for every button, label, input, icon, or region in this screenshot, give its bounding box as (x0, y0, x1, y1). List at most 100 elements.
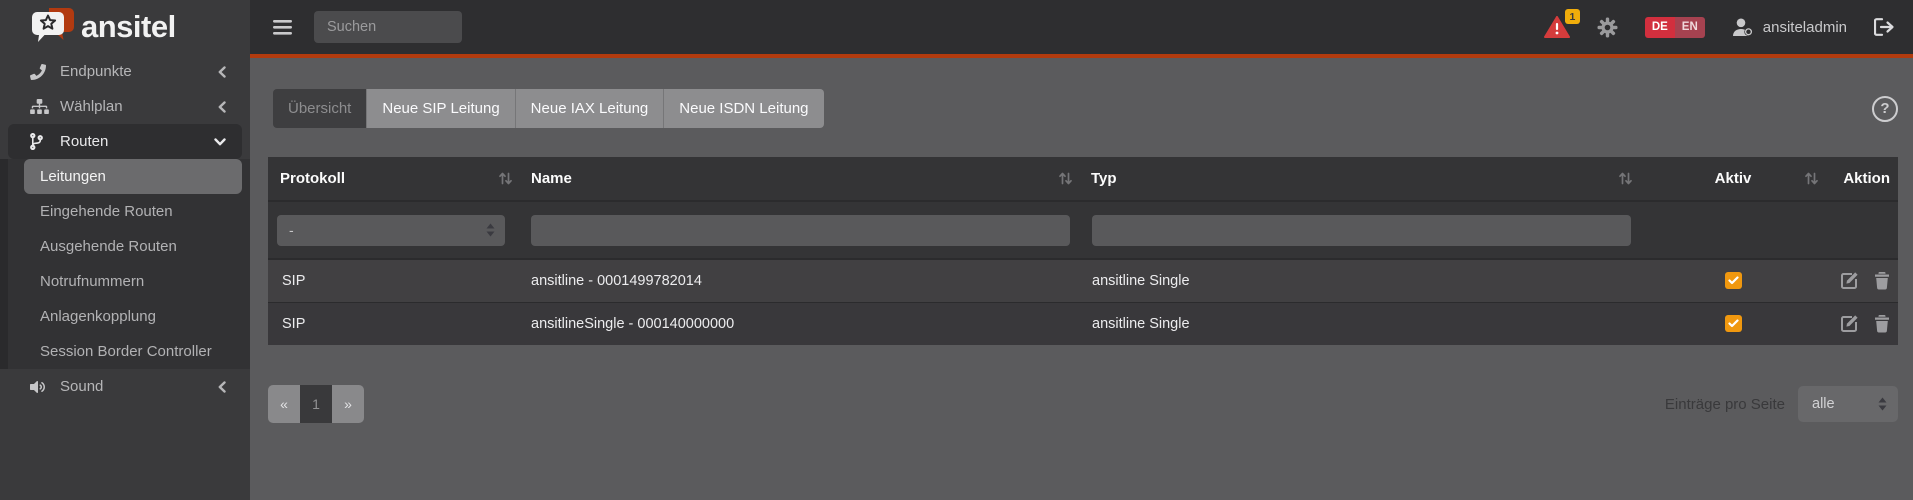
sidebar-item-label: Endpunkte (60, 63, 132, 80)
pagination-page-1[interactable]: 1 (300, 385, 332, 423)
language-toggle: DE EN (1645, 17, 1705, 38)
app-window: ansitel Endpunkte Wählplan Routen (0, 0, 1913, 500)
sidebar-subitem-notrufnummern[interactable]: Notrufnummern (8, 264, 250, 299)
tab-neue-iax-leitung[interactable]: Neue IAX Leitung (516, 89, 665, 128)
chevron-down-icon (214, 138, 226, 146)
cell-aktiv (1643, 259, 1823, 302)
table-filter-row: - (268, 201, 1898, 259)
topbar: 1 DE EN (250, 0, 1913, 54)
cell-protokoll: SIP (268, 302, 523, 345)
table-header-row: Protokoll Name Typ (268, 157, 1898, 201)
sidebar-item-routen[interactable]: Routen (8, 124, 242, 159)
sub-item-label: Session Border Controller (40, 343, 212, 360)
column-header-aktiv: Aktiv (1643, 157, 1823, 201)
sitemap-icon (30, 99, 51, 114)
alert-warning-icon[interactable]: 1 (1544, 16, 1570, 38)
sidebar-item-label: Routen (60, 133, 108, 150)
sort-icon[interactable] (1058, 172, 1073, 189)
leitungen-table: Protokoll Name Typ (268, 157, 1898, 345)
phone-icon (30, 64, 51, 80)
cell-typ: ansitline Single (1083, 259, 1643, 302)
name-filter-input[interactable] (531, 215, 1070, 246)
column-header-protokoll: Protokoll (268, 157, 523, 201)
lang-en-button[interactable]: EN (1675, 17, 1705, 38)
cell-aktiv (1643, 302, 1823, 345)
aktiv-checkbox[interactable] (1725, 315, 1742, 332)
hamburger-menu-icon[interactable] (273, 20, 292, 35)
table-row: SIP ansitline - 0001499782014 ansitline … (268, 259, 1898, 302)
selected-value: alle (1812, 396, 1835, 412)
typ-filter-input[interactable] (1092, 215, 1631, 246)
chevron-left-icon (218, 381, 226, 393)
sidebar-item-label: Sound (60, 378, 103, 395)
user-menu[interactable]: ansiteladmin (1732, 18, 1847, 37)
sub-item-label: Ausgehende Routen (40, 238, 177, 255)
cell-aktion (1823, 302, 1898, 345)
tabs: Übersicht Neue SIP Leitung Neue IAX Leit… (273, 89, 824, 128)
brand-name: ansitel (81, 9, 176, 45)
per-page-control: Einträge pro Seite alle (1665, 386, 1898, 422)
brand[interactable]: ansitel (0, 0, 250, 54)
per-page-select[interactable]: alle (1798, 386, 1898, 422)
select-caret-icon (486, 223, 495, 240)
trash-icon[interactable] (1874, 314, 1890, 333)
sidebar-subitem-eingehende-routen[interactable]: Eingehende Routen (8, 194, 250, 229)
route-branch-icon (30, 133, 51, 150)
table-row: SIP ansitlineSingle - 000140000000 ansit… (268, 302, 1898, 345)
column-header-typ: Typ (1083, 157, 1643, 201)
column-header-aktion: Aktion (1823, 157, 1898, 201)
sub-item-label: Anlagenkopplung (40, 308, 156, 325)
sort-icon[interactable] (1804, 172, 1819, 189)
cell-name: ansitline - 0001499782014 (523, 259, 1083, 302)
search-input[interactable] (314, 11, 462, 43)
lang-de-button[interactable]: DE (1645, 17, 1675, 38)
cell-protokoll: SIP (268, 259, 523, 302)
routen-submenu: Leitungen Eingehende Routen Ausgehende R… (0, 159, 250, 369)
alert-count-badge: 1 (1565, 9, 1580, 24)
chevron-left-icon (218, 101, 226, 113)
sidebar-subitem-anlagenkopplung[interactable]: Anlagenkopplung (8, 299, 250, 334)
pager: « 1 » (268, 385, 364, 423)
sort-icon[interactable] (1618, 172, 1633, 189)
aktiv-checkbox[interactable] (1725, 272, 1742, 289)
pagination-prev-button[interactable]: « (268, 385, 300, 423)
column-header-name: Name (523, 157, 1083, 201)
sidebar-item-label: Wählplan (60, 98, 123, 115)
per-page-label: Einträge pro Seite (1665, 396, 1785, 413)
trash-icon[interactable] (1874, 271, 1890, 290)
topbar-right: 1 DE EN (1544, 16, 1895, 38)
sub-item-label: Notrufnummern (40, 273, 144, 290)
sidebar-subitem-ausgehende-routen[interactable]: Ausgehende Routen (8, 229, 250, 264)
help-icon[interactable]: ? (1872, 96, 1898, 122)
chevron-left-icon (218, 66, 226, 78)
speaker-icon (30, 379, 51, 395)
ansitel-logo-icon (31, 7, 75, 47)
cell-typ: ansitline Single (1083, 302, 1643, 345)
pagination-row: « 1 » Einträge pro Seite alle (268, 385, 1898, 423)
content: Übersicht Neue SIP Leitung Neue IAX Leit… (250, 58, 1913, 423)
tab-uebersicht[interactable]: Übersicht (273, 89, 367, 128)
sidebar-item-waehlplan[interactable]: Wählplan (0, 89, 250, 124)
sub-item-label: Eingehende Routen (40, 203, 173, 220)
cell-aktion (1823, 259, 1898, 302)
select-caret-icon (1878, 397, 1887, 415)
tab-neue-sip-leitung[interactable]: Neue SIP Leitung (367, 89, 515, 128)
selected-value: - (289, 222, 294, 238)
sort-icon[interactable] (498, 172, 513, 189)
tabs-row: Übersicht Neue SIP Leitung Neue IAX Leit… (273, 89, 1898, 128)
username-label: ansiteladmin (1763, 19, 1847, 36)
tab-neue-isdn-leitung[interactable]: Neue ISDN Leitung (664, 89, 823, 128)
logout-icon[interactable] (1874, 18, 1895, 36)
sidebar-subitem-session-border-controller[interactable]: Session Border Controller (8, 334, 250, 369)
sidebar: ansitel Endpunkte Wählplan Routen (0, 0, 250, 500)
edit-icon[interactable] (1840, 314, 1859, 333)
gear-icon[interactable] (1597, 17, 1618, 38)
pagination-next-button[interactable]: » (332, 385, 364, 423)
main-area: 1 DE EN (250, 0, 1913, 500)
protokoll-filter-select[interactable]: - (277, 215, 505, 246)
sidebar-item-endpunkte[interactable]: Endpunkte (0, 54, 250, 89)
sidebar-item-sound[interactable]: Sound (0, 369, 250, 404)
edit-icon[interactable] (1840, 271, 1859, 290)
sidebar-subitem-leitungen[interactable]: Leitungen (24, 159, 242, 194)
user-icon (1732, 18, 1754, 37)
